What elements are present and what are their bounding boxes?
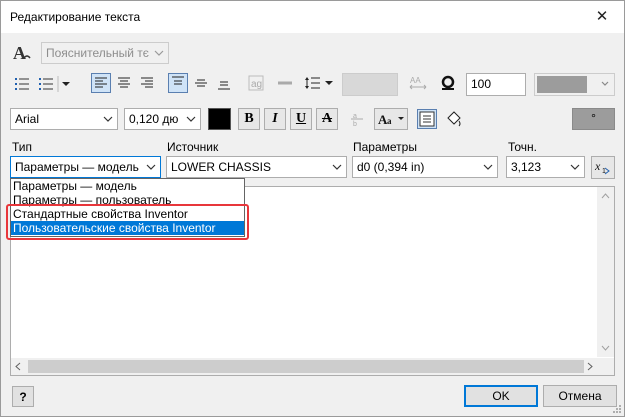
- font-size-dropdown[interactable]: 0,120 дю: [124, 108, 201, 130]
- chevron-down-icon: [99, 109, 117, 129]
- params-value: d0 (0,394 in): [357, 160, 425, 174]
- symbol-dropdown[interactable]: °: [572, 108, 615, 130]
- highlight-box: [6, 204, 249, 240]
- chevron-down-icon: [596, 74, 614, 94]
- svg-text:A: A: [13, 43, 26, 63]
- svg-text:x: x: [594, 159, 601, 173]
- text-style-dropdown[interactable]: Пояснительный тє: [41, 42, 169, 64]
- insert-parameter-icon: x 1: [594, 159, 610, 175]
- color-black-swatch[interactable]: [208, 108, 231, 130]
- font-value: Arial: [15, 112, 40, 126]
- symbol-value: °: [591, 111, 596, 125]
- cancel-button[interactable]: Отмена: [543, 385, 617, 407]
- type-option-model[interactable]: Параметры — модель: [11, 179, 244, 193]
- numbered-list-button[interactable]: [35, 73, 75, 93]
- precision-value: 3,123: [511, 160, 542, 174]
- resize-grip-icon[interactable]: [612, 404, 622, 414]
- font-dropdown[interactable]: Arial: [10, 108, 118, 130]
- align-right-button[interactable]: [137, 73, 157, 93]
- precision-dropdown[interactable]: 3,123: [506, 156, 585, 178]
- align-center-icon: [118, 77, 130, 88]
- text-style-value: Пояснительный тє: [46, 46, 149, 60]
- align-middle-button[interactable]: [191, 73, 211, 93]
- help-icon: ?: [19, 390, 27, 404]
- stack-text-icon: ag: [246, 73, 266, 93]
- help-button[interactable]: ?: [12, 386, 34, 407]
- params-label: Параметры: [353, 140, 417, 154]
- window-title: Редактирование текста: [10, 10, 141, 24]
- chevron-down-icon: [479, 157, 497, 177]
- align-center-button[interactable]: [114, 73, 134, 93]
- char-spacing-icon: AA: [406, 73, 430, 93]
- strikethrough-button[interactable]: A: [316, 108, 338, 130]
- edit-text-dialog: Редактирование текста ✕ A Пояснительный …: [0, 0, 625, 417]
- align-top-button[interactable]: [168, 73, 188, 93]
- bullet-list-button[interactable]: [11, 73, 31, 93]
- insert-parameter-button[interactable]: x 1: [591, 156, 615, 179]
- svg-text:ag: ag: [251, 79, 262, 90]
- align-bottom-button[interactable]: [214, 73, 234, 93]
- fill-button[interactable]: [443, 108, 463, 128]
- line-weight-icon: [275, 73, 295, 93]
- chevron-down-icon: [566, 157, 584, 177]
- title-bar: Редактирование текста ✕: [1, 1, 624, 33]
- svg-text:AA: AA: [410, 76, 421, 85]
- source-label: Источник: [167, 140, 219, 154]
- text-color-dropdown[interactable]: [534, 73, 615, 96]
- case-button[interactable]: A a: [374, 108, 408, 130]
- width-scale-value: 100: [471, 77, 492, 91]
- line-spacing-button[interactable]: [302, 73, 336, 93]
- underline-button[interactable]: U: [290, 108, 312, 130]
- change-case-icon: A a: [378, 112, 404, 127]
- chevron-down-icon: [328, 157, 346, 177]
- close-button[interactable]: ✕: [580, 1, 624, 32]
- width-scale-input[interactable]: 100: [466, 73, 526, 96]
- precision-label: Точн.: [508, 140, 538, 154]
- align-bottom-icon: [218, 81, 230, 90]
- italic-button[interactable]: I: [264, 108, 286, 130]
- font-size-value: 0,120 дю: [129, 112, 179, 126]
- align-middle-icon: [195, 79, 207, 87]
- type-dropdown[interactable]: Параметры — модель: [10, 156, 161, 178]
- text-frame-button[interactable]: [417, 109, 437, 129]
- source-value: LOWER CHASSIS: [171, 160, 272, 174]
- fraction-icon: ab: [347, 109, 367, 129]
- bold-button[interactable]: B: [238, 108, 260, 130]
- svg-text:a: a: [387, 116, 392, 126]
- align-left-button[interactable]: [91, 73, 111, 93]
- fill-bucket-icon: [447, 111, 461, 127]
- width-factor-icon: [438, 73, 458, 93]
- color-swatch: [537, 76, 587, 93]
- line-spacing-value: [342, 73, 398, 96]
- type-label: Тип: [12, 140, 33, 154]
- line-spacing-icon: [305, 77, 333, 89]
- numbered-list-icon: [39, 76, 70, 92]
- scrollbar-corner: [597, 358, 614, 375]
- text-style-icon: A: [11, 42, 33, 64]
- chevron-down-icon: [182, 109, 200, 129]
- text-frame-icon: [419, 111, 435, 127]
- bullet-list-icon: [15, 78, 29, 90]
- svg-text:b: b: [353, 121, 357, 128]
- chevron-down-icon: [150, 43, 168, 63]
- params-dropdown[interactable]: d0 (0,394 in): [352, 156, 498, 178]
- align-top-icon: [172, 76, 184, 85]
- align-right-icon: [141, 77, 153, 88]
- ok-button[interactable]: OK: [464, 385, 538, 407]
- align-left-icon: [95, 77, 107, 88]
- horizontal-scrollbar[interactable]: [11, 358, 597, 375]
- source-dropdown[interactable]: LOWER CHASSIS: [166, 156, 347, 178]
- vertical-scrollbar[interactable]: [597, 187, 614, 357]
- type-value: Параметры — модель: [15, 160, 139, 174]
- chevron-down-icon: [142, 157, 160, 177]
